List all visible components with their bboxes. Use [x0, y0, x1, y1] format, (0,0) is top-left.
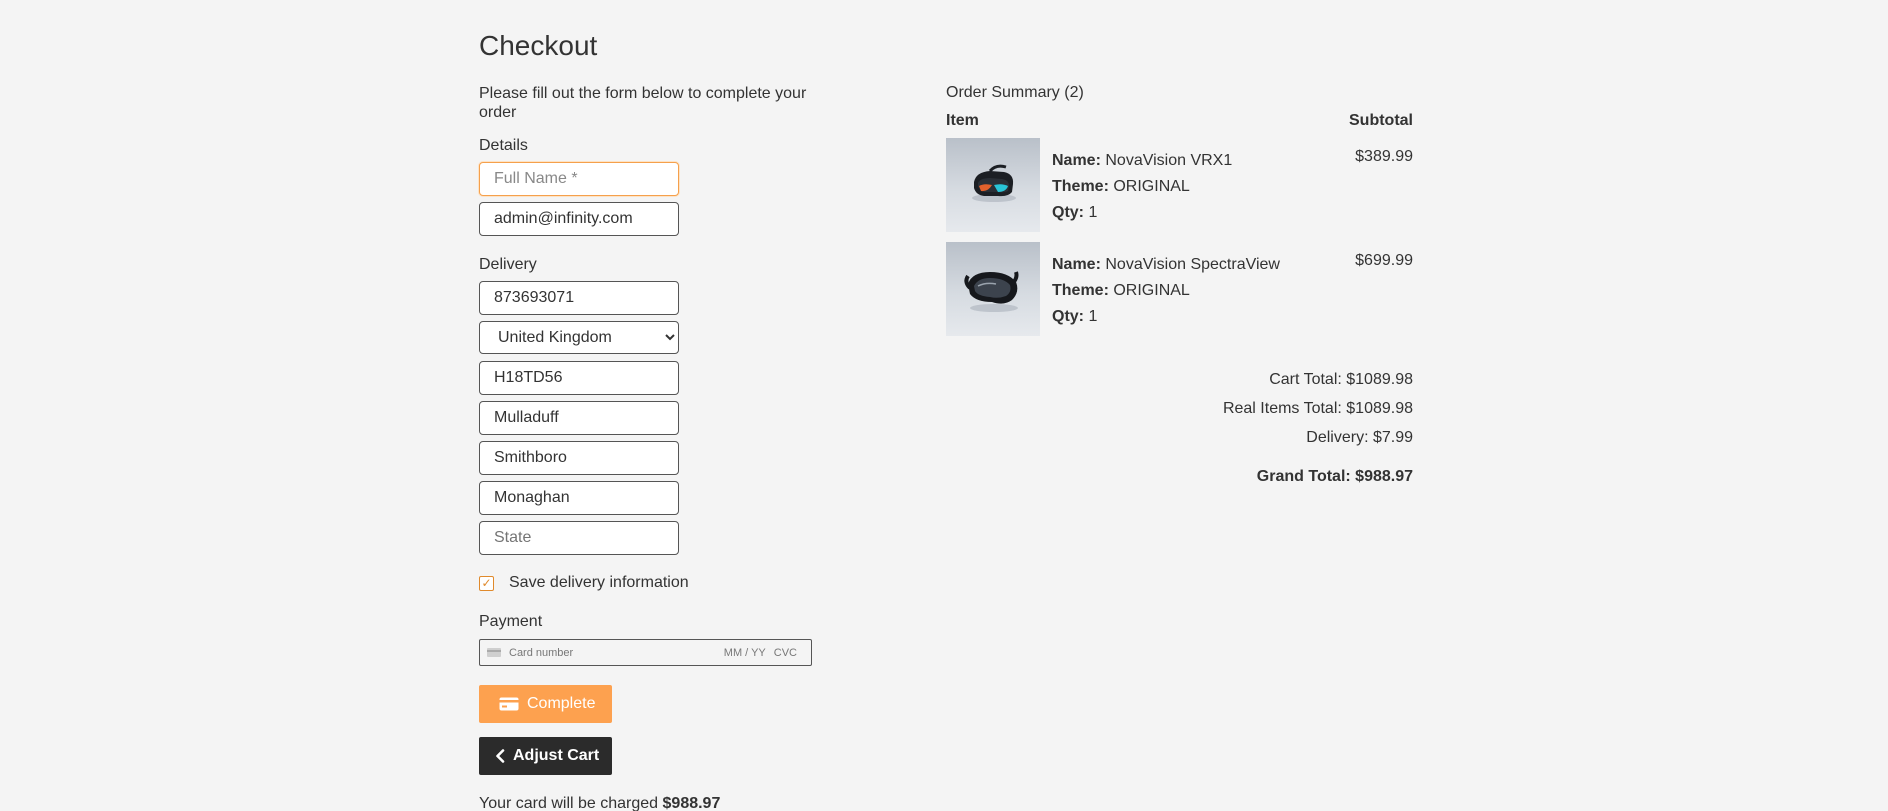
- item-info: Name: NovaVision VRX1 Theme: ORIGINAL Qt…: [1052, 148, 1232, 226]
- save-delivery-checkbox[interactable]: ✓: [479, 575, 494, 591]
- delivery-label: Delivery: [479, 256, 537, 273]
- item-qty-key: Qty:: [1052, 308, 1084, 325]
- item-theme: ORIGINAL: [1113, 178, 1190, 195]
- card-input[interactable]: Card number MM / YY CVC: [479, 639, 812, 666]
- city-input[interactable]: [479, 481, 679, 515]
- item-theme-key: Theme:: [1052, 282, 1109, 299]
- item-name-row: Name: NovaVision SpectraView: [1052, 252, 1280, 278]
- item-name-key: Name:: [1052, 152, 1101, 169]
- checkout-form: Please fill out the form below to comple…: [479, 84, 819, 811]
- order-item: Name: NovaVision SpectraView Theme: ORIG…: [946, 242, 1413, 336]
- item-qty-key: Qty:: [1052, 204, 1084, 221]
- item-qty-row: Qty: 1: [1052, 304, 1280, 330]
- item-name-key: Name:: [1052, 256, 1101, 273]
- charge-text: Your card will be charged: [479, 795, 663, 811]
- item-qty: 1: [1088, 308, 1098, 325]
- item-name: NovaVision SpectraView: [1105, 256, 1280, 273]
- postcode-input[interactable]: [479, 361, 679, 395]
- order-item: Name: NovaVision VRX1 Theme: ORIGINAL Qt…: [946, 138, 1413, 232]
- charge-notice: Your card will be charged $988.97: [479, 795, 720, 811]
- item-subtotal: $389.99: [1355, 148, 1413, 165]
- checkmark-icon: ✓: [481, 576, 492, 590]
- form-intro: Please fill out the form below to comple…: [479, 85, 807, 121]
- item-theme-row: Theme: ORIGINAL: [1052, 278, 1280, 304]
- item-theme: ORIGINAL: [1113, 282, 1190, 299]
- full-name-input[interactable]: [479, 162, 679, 196]
- item-name: NovaVision VRX1: [1105, 152, 1233, 169]
- country-select[interactable]: United Kingdom: [479, 321, 679, 354]
- item-theme-key: Theme:: [1052, 178, 1109, 195]
- product-image[interactable]: [946, 242, 1040, 336]
- save-delivery-row: ✓ Save delivery information: [479, 574, 689, 592]
- item-name-row: Name: NovaVision VRX1: [1052, 148, 1232, 174]
- complete-button-label: Complete: [527, 695, 596, 712]
- adjust-cart-label: Adjust Cart: [513, 747, 600, 764]
- adjust-cart-button[interactable]: Adjust Cart: [479, 737, 612, 775]
- cart-total: Cart Total: $1089.98: [1269, 371, 1413, 388]
- save-delivery-label: Save delivery information: [509, 574, 689, 591]
- complete-button[interactable]: Complete: [479, 685, 612, 723]
- card-expiry-placeholder: MM / YY: [723, 646, 766, 659]
- details-label: Details: [479, 137, 528, 154]
- state-input[interactable]: [479, 521, 679, 555]
- credit-card-icon: [499, 697, 519, 711]
- summary-table-header: Item Subtotal: [946, 112, 1413, 130]
- payment-label: Payment: [479, 613, 543, 630]
- card-cvc-placeholder: CVC: [773, 646, 797, 659]
- item-qty-row: Qty: 1: [1052, 200, 1232, 226]
- grand-total: Grand Total: $988.97: [1256, 468, 1413, 485]
- order-summary: Order Summary (2) Item Subtotal Name: No…: [946, 84, 1413, 485]
- chevron-left-icon: [495, 749, 505, 763]
- phone-input[interactable]: [479, 281, 679, 315]
- delivery-cost: Delivery: $7.99: [1306, 429, 1413, 446]
- page-title: Checkout: [479, 30, 598, 61]
- item-qty: 1: [1088, 204, 1098, 221]
- address-line2-input[interactable]: [479, 441, 679, 475]
- checkout-page: Checkout Please fill out the form below …: [0, 0, 1888, 811]
- order-summary-heading: Order Summary (2): [946, 84, 1084, 101]
- item-column-header: Item: [946, 112, 979, 129]
- charge-amount: $988.97: [662, 795, 721, 811]
- credit-card-icon: [487, 648, 501, 657]
- item-theme-row: Theme: ORIGINAL: [1052, 174, 1232, 200]
- item-info: Name: NovaVision SpectraView Theme: ORIG…: [1052, 252, 1280, 330]
- email-input[interactable]: [479, 202, 679, 236]
- product-image[interactable]: [946, 138, 1040, 232]
- card-number-placeholder: Card number: [509, 646, 574, 659]
- real-items-total: Real Items Total: $1089.98: [1222, 400, 1413, 417]
- subtotal-column-header: Subtotal: [1349, 112, 1413, 129]
- address-line1-input[interactable]: [479, 401, 679, 435]
- item-subtotal: $699.99: [1355, 252, 1413, 269]
